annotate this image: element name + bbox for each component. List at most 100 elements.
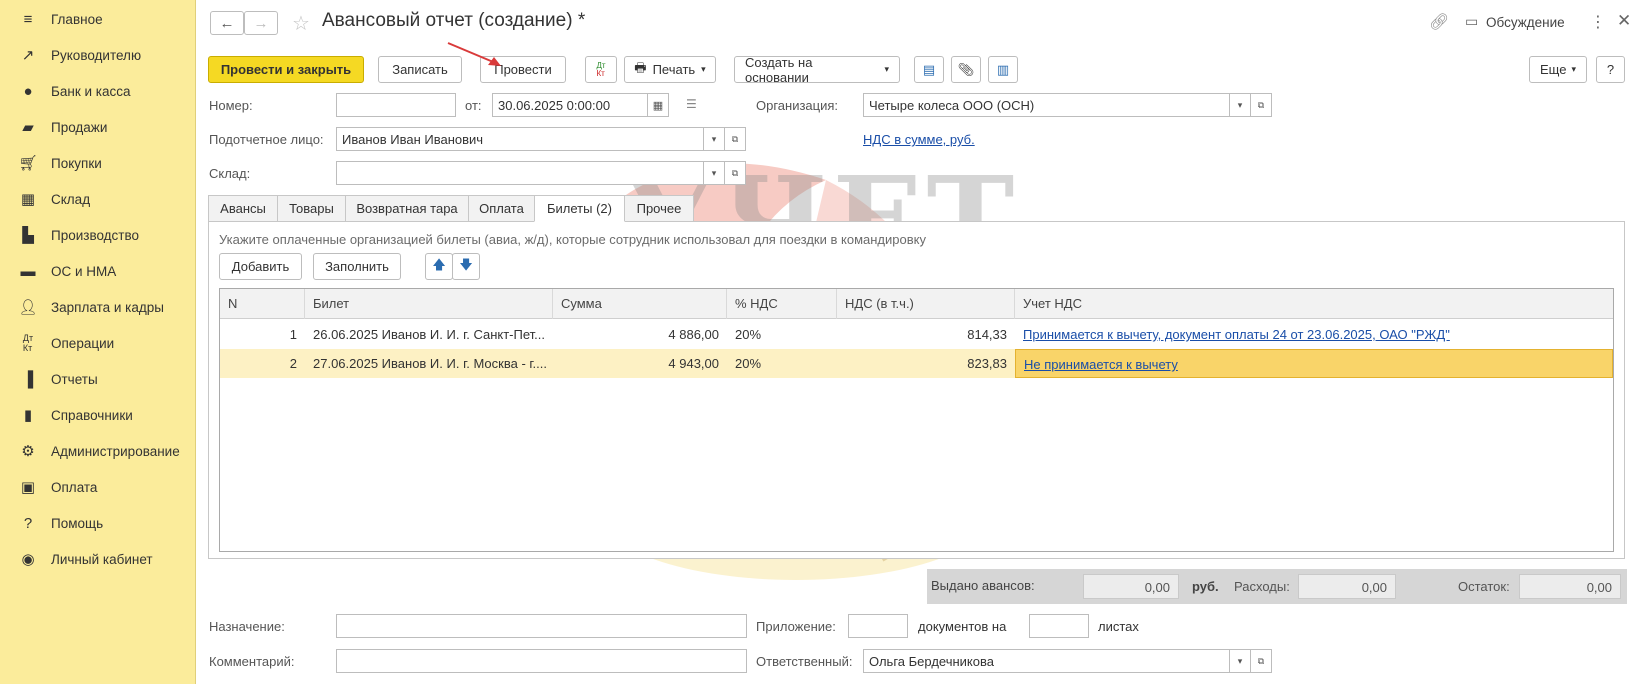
arrow-down-icon: 🡇 xyxy=(459,256,473,272)
truck-icon: ▬ xyxy=(20,262,36,280)
organization-label: Организация: xyxy=(756,98,839,113)
table-row[interactable]: 1 26.06.2025 Иванов И. И. г. Санкт-Пет..… xyxy=(220,320,1613,349)
calendar-button[interactable]: ▦ xyxy=(647,93,669,117)
cell-sum: 4 943,00 xyxy=(668,356,719,371)
close-icon[interactable]: ✕ xyxy=(1617,11,1631,31)
print-button[interactable]: 🖶 Печать ▾ xyxy=(624,56,716,83)
star-icon[interactable]: ☆ xyxy=(292,11,310,36)
sidebar-item-help[interactable]: ? Помощь xyxy=(0,507,196,539)
organization-open[interactable]: ⧉ xyxy=(1250,93,1272,117)
menu-icon: ≡ xyxy=(23,10,33,28)
column-header-vat-rate[interactable]: % НДС xyxy=(727,289,837,319)
number-field[interactable] xyxy=(336,93,456,117)
discussion-link[interactable]: Обсуждение xyxy=(1486,15,1565,30)
warehouse-dropdown[interactable]: ▾ xyxy=(703,161,725,185)
tickets-table[interactable]: N Билет Сумма % НДС НДС (в т.ч.) Учет НД… xyxy=(219,288,1614,552)
column-header-vat-account[interactable]: Учет НДС xyxy=(1015,289,1613,319)
chat-icon[interactable]: ▭ xyxy=(1465,13,1478,30)
cell-vat: 814,33 xyxy=(967,327,1007,342)
sidebar-item-label: Руководителю xyxy=(51,47,142,63)
printer-icon: 🖶 xyxy=(634,59,647,75)
move-up-button[interactable]: 🡅 xyxy=(425,253,453,280)
fill-button[interactable]: Заполнить xyxy=(313,253,401,280)
table-row[interactable]: 2 27.06.2025 Иванов И. И. г. Москва - г.… xyxy=(220,349,1613,378)
accountable-person-field[interactable]: Иванов Иван Иванович xyxy=(336,127,704,151)
create-based-on-button[interactable]: Создать на основании ▾ xyxy=(734,55,900,85)
person-open[interactable]: ⧉ xyxy=(724,127,746,151)
forward-button[interactable]: → xyxy=(244,11,278,35)
more-label: Еще xyxy=(1540,62,1567,77)
responsible-field[interactable]: Ольга Бердечникова xyxy=(863,649,1230,673)
sidebar-item-directories[interactable]: ▮ Справочники xyxy=(0,399,196,431)
tickets-hint: Укажите оплаченные организацией билеты (… xyxy=(219,232,926,247)
sidebar-item-bank[interactable]: ● Банк и касса xyxy=(0,75,196,107)
cell-vat-account-link[interactable]: Принимается к вычету, документ оплаты 24… xyxy=(1015,320,1613,349)
tab-payment[interactable]: Оплата xyxy=(468,195,535,222)
attachment-field[interactable] xyxy=(848,614,908,638)
tab-returnable-packaging[interactable]: Возвратная тара xyxy=(345,195,469,222)
dtkt-button[interactable]: Дт Кт xyxy=(585,56,617,83)
cell-vat-account-link-selected[interactable]: Не принимается к вычету xyxy=(1015,349,1613,378)
tab-tickets[interactable]: Билеты (2) xyxy=(534,195,625,222)
bag-icon: ▰ xyxy=(22,119,34,136)
sidebar-item-warehouse[interactable]: ▦ Склад xyxy=(0,183,196,215)
cell-vat: 823,83 xyxy=(967,356,1007,371)
date-field[interactable]: 30.06.2025 0:00:00 xyxy=(492,93,648,117)
structure-button[interactable]: ▤ xyxy=(914,56,944,83)
page-title: Авансовый отчет (создание) * xyxy=(322,10,586,31)
balance-label: Остаток: xyxy=(1458,579,1510,594)
more-button[interactable]: Еще ▾ xyxy=(1529,56,1587,83)
list-button[interactable]: ▥ xyxy=(988,56,1018,83)
column-header-ticket[interactable]: Билет xyxy=(305,289,553,319)
bar-chart-icon: ▐ xyxy=(22,370,34,388)
sidebar-item-operations[interactable]: Дт Кт Операции xyxy=(0,327,196,359)
sidebar-item-manager[interactable]: ↗ Руководителю xyxy=(0,39,196,71)
back-button[interactable]: ← xyxy=(210,11,244,35)
add-button[interactable]: Добавить xyxy=(219,253,302,280)
sidebar-item-admin[interactable]: ⚙ Администрирование xyxy=(0,435,196,467)
tab-goods[interactable]: Товары xyxy=(277,195,346,222)
sidebar-item-purchases[interactable]: 🛒︎ Покупки xyxy=(0,147,196,179)
expenses-label: Расходы: xyxy=(1234,579,1290,594)
person-dropdown[interactable]: ▾ xyxy=(703,127,725,151)
dtkt-icon: Дт Кт xyxy=(596,60,606,78)
help-button[interactable]: ? xyxy=(1596,56,1625,83)
responsible-dropdown[interactable]: ▾ xyxy=(1229,649,1251,673)
column-header-n[interactable]: N xyxy=(220,289,305,319)
sidebar-item-label: Зарплата и кадры xyxy=(51,299,164,315)
organization-field[interactable]: Четыре колеса ООО (ОСН) xyxy=(863,93,1230,117)
more-vert-icon[interactable]: ⋮ xyxy=(1590,12,1606,32)
sidebar-item-label: Оплата xyxy=(51,479,98,495)
sidebar-item-sales[interactable]: ▰ Продажи xyxy=(0,111,196,143)
vat-in-sum-link[interactable]: НДС в сумме, руб. xyxy=(863,132,975,147)
notes-icon[interactable]: ☰ xyxy=(686,97,697,111)
sidebar-item-payment[interactable]: ▣ Оплата xyxy=(0,471,196,503)
structure-icon: ▤ xyxy=(922,61,936,77)
comment-field[interactable] xyxy=(336,649,747,673)
sidebar-item-account[interactable]: ◉ Личный кабинет xyxy=(0,543,196,575)
tab-advances[interactable]: Авансы xyxy=(208,195,278,222)
move-down-button[interactable]: 🡇 xyxy=(452,253,480,280)
sidebar-item-salary[interactable]: 👤︎ Зарплата и кадры xyxy=(0,291,196,323)
sheets-field[interactable] xyxy=(1029,614,1089,638)
sidebar-item-assets[interactable]: ▬ ОС и НМА xyxy=(0,255,196,287)
chevron-down-icon: ▾ xyxy=(884,64,889,74)
purpose-field[interactable] xyxy=(336,614,747,638)
open-icon: ⧉ xyxy=(1257,655,1265,666)
sidebar-item-main[interactable]: ≡ Главное xyxy=(0,3,196,35)
tab-other[interactable]: Прочее xyxy=(624,195,694,222)
sidebar-item-production[interactable]: ▙ Производство xyxy=(0,219,196,251)
organization-dropdown[interactable]: ▾ xyxy=(1229,93,1251,117)
coin-icon: ● xyxy=(23,82,33,100)
warehouse-field[interactable] xyxy=(336,161,704,185)
currency-label: руб. xyxy=(1192,579,1219,594)
responsible-open[interactable]: ⧉ xyxy=(1250,649,1272,673)
sidebar-item-label: Покупки xyxy=(51,155,102,171)
column-header-sum[interactable]: Сумма xyxy=(553,289,727,319)
column-header-vat[interactable]: НДС (в т.ч.) xyxy=(837,289,1015,319)
attach-button[interactable]: 📎︎ xyxy=(951,56,981,83)
warehouse-open[interactable]: ⧉ xyxy=(724,161,746,185)
sidebar-item-reports[interactable]: ▐ Отчеты xyxy=(0,363,196,395)
post-and-close-button[interactable]: Провести и закрыть xyxy=(208,56,364,83)
link-icon[interactable]: 🔗︎ xyxy=(1429,12,1449,32)
